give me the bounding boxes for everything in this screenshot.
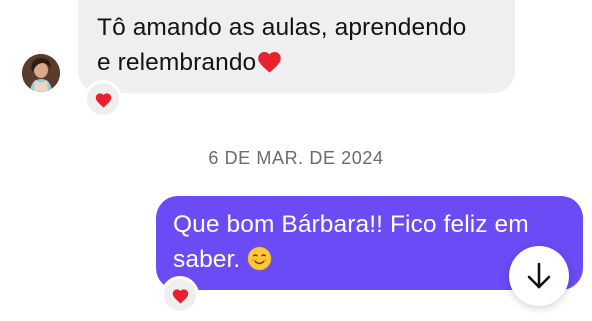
contact-avatar[interactable] [22, 54, 60, 92]
avatar-photo [22, 54, 60, 92]
date-separator-text: 6 DE MAR. DE 2024 [208, 148, 384, 168]
incoming-message-reaction[interactable] [84, 80, 122, 118]
outgoing-message-line-2: saber. [173, 246, 241, 273]
heart-reaction-icon [172, 288, 188, 303]
incoming-message-line-2: e relembrando [97, 49, 257, 76]
outgoing-message-text: Que bom Bárbara!! Fico feliz em saber. [173, 207, 567, 281]
incoming-message-line-1: Tô amando as aulas, aprendendo [97, 14, 467, 41]
heart-reaction-icon [95, 92, 111, 107]
scroll-to-bottom-button[interactable] [509, 246, 569, 306]
outgoing-message-line-1: Que bom Bárbara!! Fico feliz em [173, 211, 529, 238]
red-heart-emoji-icon [256, 48, 283, 84]
incoming-message-text: Tô amando as aulas, aprendendo e relembr… [97, 10, 497, 84]
outgoing-message-reaction[interactable] [161, 276, 199, 314]
arrow-down-icon [527, 262, 551, 289]
date-separator: 6 DE MAR. DE 2024 [0, 148, 592, 169]
smiling-face-emoji-icon [247, 246, 272, 281]
incoming-message-bubble[interactable]: Tô amando as aulas, aprendendo e relembr… [78, 0, 515, 93]
